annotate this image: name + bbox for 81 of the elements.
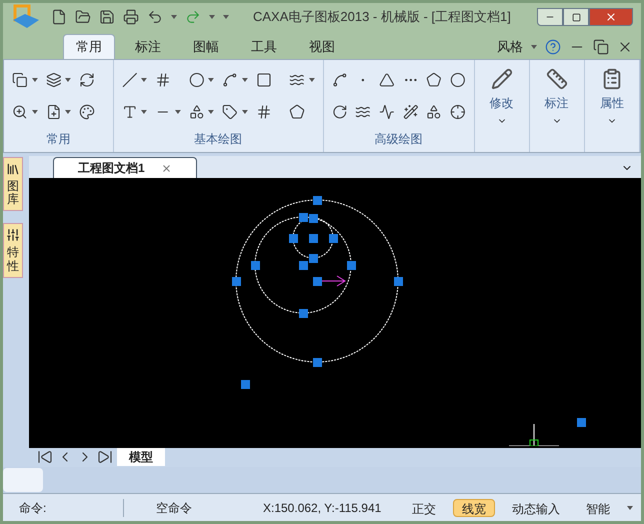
first-icon[interactable] — [37, 449, 53, 465]
ruler-icon — [546, 68, 568, 90]
caret-icon[interactable] — [531, 44, 537, 48]
maximize-icon — [572, 12, 580, 22]
layers-icon[interactable] — [46, 72, 62, 88]
caret-icon[interactable] — [209, 15, 215, 19]
style-menu[interactable]: 风格 — [497, 36, 523, 56]
window-title: CAXA电子图板2013 - 机械版 - [工程图文档1] — [253, 8, 511, 26]
caret-icon[interactable] — [208, 78, 214, 82]
group-label: 基本绘图 — [194, 131, 242, 148]
arc-icon[interactable] — [222, 72, 238, 88]
folder-icon[interactable] — [75, 9, 91, 25]
document-tab[interactable]: 工程图文档1 — [53, 157, 197, 178]
maximize-button[interactable] — [563, 8, 589, 26]
help-icon[interactable] — [545, 38, 561, 54]
close-icon[interactable] — [160, 162, 172, 174]
pencil-icon — [490, 68, 513, 90]
layout-tab[interactable]: 模型 — [117, 448, 165, 466]
undo-icon[interactable] — [147, 9, 163, 25]
library-icon — [6, 162, 20, 176]
caret-icon[interactable] — [308, 78, 315, 82]
tag-icon[interactable] — [222, 104, 238, 120]
printer-icon[interactable] — [123, 9, 139, 25]
ribbon-tab[interactable]: 工具 — [239, 34, 289, 59]
cursor-coordinates: X:150.062, Y:-115.941 — [263, 500, 382, 516]
caret-icon[interactable] — [627, 506, 633, 510]
refresh-icon[interactable] — [79, 72, 96, 88]
command-state: 空命令 — [123, 498, 263, 516]
command-label: 命令: — [19, 500, 48, 516]
close-icon — [605, 11, 617, 23]
rotate-icon[interactable] — [332, 104, 348, 120]
caret-icon[interactable] — [242, 110, 248, 114]
ribbon-tab[interactable]: 标注 — [123, 34, 173, 59]
caret-icon[interactable] — [141, 110, 148, 114]
caret-icon[interactable] — [65, 78, 72, 82]
caret-icon[interactable] — [32, 78, 38, 82]
close-button[interactable] — [589, 8, 633, 26]
text-icon[interactable] — [122, 104, 138, 120]
rectangle-icon[interactable] — [256, 72, 272, 88]
copy-icon[interactable] — [12, 72, 28, 88]
status-toggle[interactable]: 线宽 — [453, 498, 495, 516]
break-line-icon[interactable] — [378, 104, 395, 120]
ribbon-large-button[interactable]: 标注 — [530, 60, 585, 152]
last-icon[interactable] — [97, 449, 113, 465]
ribbon-tab[interactable]: 常用 — [63, 34, 115, 59]
sliders-icon — [6, 228, 20, 242]
ring-icon[interactable] — [450, 72, 466, 88]
palette-icon[interactable] — [79, 104, 96, 120]
caret-icon[interactable] — [141, 78, 148, 82]
side-panel-tab[interactable]: 特性 — [3, 223, 23, 278]
ribbon-tab[interactable]: 视图 — [297, 34, 347, 59]
caret-icon[interactable] — [32, 110, 38, 114]
wave-icon[interactable] — [355, 104, 371, 120]
caret-icon[interactable] — [208, 110, 214, 114]
command-input-area[interactable] — [3, 468, 43, 492]
hatch-icon[interactable] — [256, 104, 272, 120]
spline-icon[interactable] — [332, 72, 348, 88]
target-icon[interactable] — [450, 104, 466, 120]
ribbon-tab[interactable]: 图幅 — [181, 34, 231, 59]
file-plus-icon[interactable] — [46, 104, 62, 120]
caret-icon[interactable] — [242, 78, 248, 82]
caret-icon[interactable] — [171, 15, 177, 19]
group-label: 常用 — [46, 131, 70, 148]
ribbon-large-button[interactable]: 修改 — [474, 60, 530, 152]
circle-icon[interactable] — [188, 72, 204, 88]
zoom-icon[interactable] — [12, 104, 28, 120]
new-file-icon[interactable] — [51, 9, 67, 25]
save-icon[interactable] — [99, 9, 115, 25]
line-icon[interactable] — [122, 72, 138, 88]
status-toggle[interactable]: 智能 — [577, 498, 619, 516]
group-label: 高级绘图 — [374, 131, 423, 148]
caret-icon[interactable] — [223, 15, 229, 19]
caret-icon[interactable] — [174, 110, 181, 114]
minimize-button[interactable] — [537, 8, 563, 26]
side-panel-tab[interactable]: 图库 — [3, 157, 23, 212]
restore-icon[interactable] — [593, 38, 609, 54]
ribbon-large-button[interactable]: 属性 — [584, 60, 640, 152]
polygon-icon[interactable] — [426, 72, 442, 88]
status-toggle[interactable]: 动态输入 — [503, 498, 569, 516]
status-toggle[interactable]: 正交 — [403, 498, 445, 516]
caret-icon[interactable] — [65, 110, 72, 114]
